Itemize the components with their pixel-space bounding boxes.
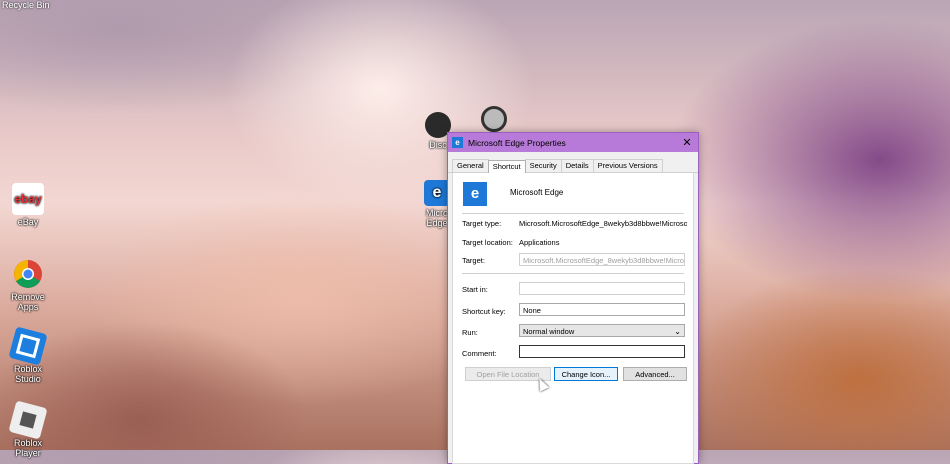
divider [462,273,684,274]
target-type-value: Microsoft.MicrosoftEdge_8wekyb3d8bbwe!Mi… [519,219,687,228]
dialog-titlebar[interactable]: e Microsoft Edge Properties ✕ [448,133,698,152]
chrome-icon [12,258,44,290]
target-location-value: Applications [519,238,560,247]
change-icon-button[interactable]: Change Icon... [554,367,618,381]
desktop-icon-remove-apps[interactable]: Remove Apps [0,258,56,312]
target-label: Target: [462,256,485,265]
run-label: Run: [462,328,478,337]
desktop-icon-label: Remove Apps [11,292,45,312]
shortcut-key-label: Shortcut key: [462,307,506,316]
close-icon[interactable]: ✕ [680,136,694,149]
divider [462,213,684,214]
edge-icon: e [452,137,463,148]
tab-bar: General Shortcut Security Details Previo… [448,152,698,175]
run-select-value: Normal window [523,327,575,336]
desktop-icon-label: Roblox Player [13,438,42,458]
tab-general[interactable]: General [452,159,489,172]
desktop-icon-label: Roblox Studio [13,364,42,384]
app-name: Microsoft Edge [510,188,564,197]
advanced-button[interactable]: Advanced... [623,367,687,381]
roblox-studio-icon [8,326,48,366]
desktop-icon-roblox-studio[interactable]: Roblox Studio [0,326,56,384]
properties-dialog: e Microsoft Edge Properties ✕ General Sh… [447,132,699,464]
desktop-icon-label: eBay [17,217,39,227]
run-select[interactable]: Normal window ⌄ [519,324,685,337]
comment-field[interactable] [519,345,685,358]
shortcut-key-field[interactable]: None [519,303,685,316]
start-in-label: Start in: [462,285,488,294]
target-type-label: Target type: [462,219,502,228]
ebay-icon: ebay [12,183,44,215]
edge-icon: e [463,182,487,206]
desktop-icon-ebay[interactable]: ebay eBay [0,183,56,227]
tab-details[interactable]: Details [560,159,594,172]
recycle-bin-label[interactable]: Recycle Bin [2,0,50,10]
shortcut-panel: e Microsoft Edge Target type: Microsoft.… [452,173,694,464]
desktop-icon-target[interactable] [474,106,514,134]
comment-label: Comment: [462,349,497,358]
dialog-title: Microsoft Edge Properties [468,137,566,148]
chevron-down-icon: ⌄ [674,327,681,336]
target-field[interactable]: Microsoft.MicrosoftEdge_8wekyb3d8bbwe!Mi… [519,253,685,266]
tab-security[interactable]: Security [524,159,562,172]
start-in-field[interactable] [519,282,685,295]
tab-previous-versions[interactable]: Previous Versions [592,159,663,172]
roblox-player-icon [8,400,48,440]
target-icon [481,106,507,132]
target-location-label: Target location: [462,238,513,247]
